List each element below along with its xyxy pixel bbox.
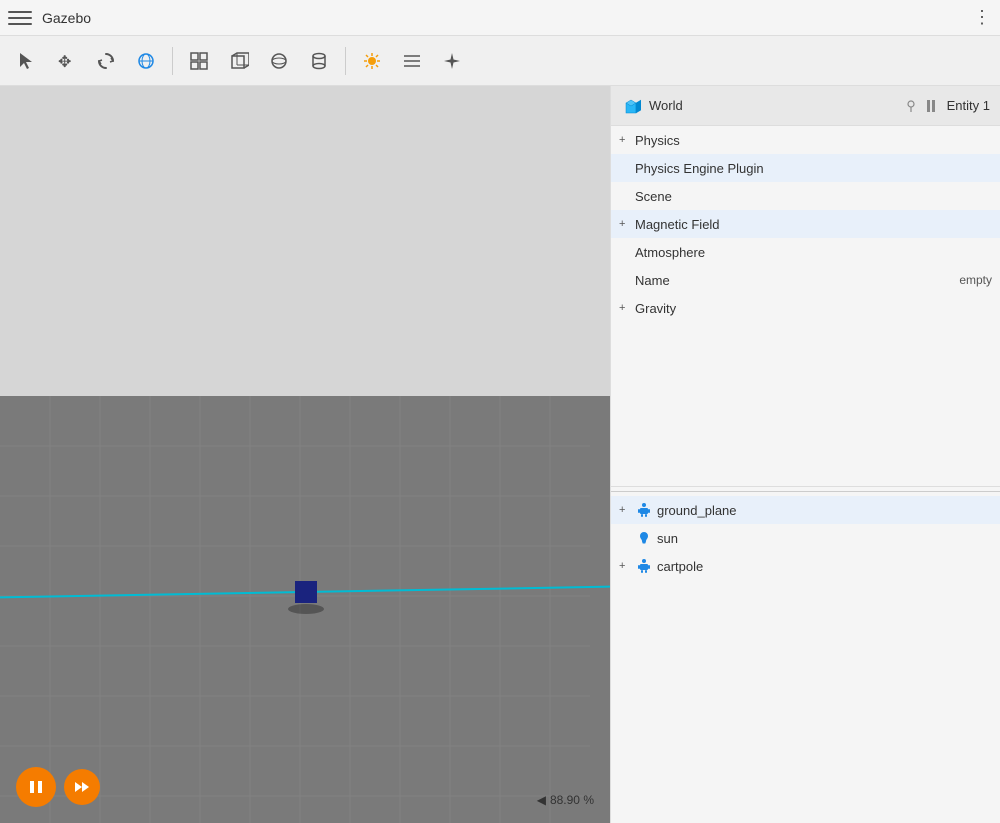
rotate-tool-button[interactable] (88, 43, 124, 79)
playback-controls (16, 767, 100, 807)
cartpole-expand-icon[interactable]: + (619, 560, 633, 572)
menu-icon[interactable] (8, 6, 32, 30)
box-tool-button[interactable] (221, 43, 257, 79)
tree-item-physics-engine-plugin[interactable]: Physics Engine Plugin (611, 154, 1000, 182)
cylinder-tool-button[interactable] (301, 43, 337, 79)
zoom-arrow-icon: ◀ (537, 793, 546, 807)
zoom-value: 88.90 % (550, 793, 594, 807)
tree-spacer (611, 322, 1000, 482)
zoom-level-display: ◀ 88.90 % (537, 793, 594, 807)
grid-tool-button[interactable] (181, 43, 217, 79)
sun-light-icon (635, 529, 653, 547)
tree-item-scene[interactable]: Scene (611, 182, 1000, 210)
tree-item-ground-plane[interactable]: + ground_plane (611, 496, 1000, 524)
pin-icon (903, 98, 919, 114)
toolbar-separator-2 (345, 47, 346, 75)
viewport-ground[interactable]: ◀ 88.90 % (0, 396, 610, 823)
more-icon[interactable]: ⋮ (973, 7, 992, 28)
world-header: World Entity 1 (611, 86, 1000, 126)
name-value: empty (959, 273, 992, 287)
tree-item-sun[interactable]: sun (611, 524, 1000, 552)
physics-engine-plugin-label: Physics Engine Plugin (635, 161, 992, 176)
gravity-expand-icon[interactable]: + (619, 302, 633, 314)
main-area: ◀ 88.90 % World Entity 1 (0, 86, 1000, 823)
ground-plane-expand-icon[interactable]: + (619, 504, 633, 516)
tree-item-physics[interactable]: + Physics (611, 126, 1000, 154)
world-pause-icon[interactable] (927, 100, 935, 112)
scene-label: Scene (635, 189, 992, 204)
cartpole-robot-icon (635, 557, 653, 575)
tree-separator (611, 486, 1000, 487)
tree-item-magnetic-field[interactable]: + Magnetic Field (611, 210, 1000, 238)
gravity-label: Gravity (635, 301, 992, 316)
titlebar: Gazebo ⋮ (0, 0, 1000, 36)
move-tool-button[interactable]: ✥ (48, 43, 84, 79)
app-title: Gazebo (42, 10, 973, 26)
fast-forward-button[interactable] (64, 769, 100, 805)
select-tool-button[interactable] (8, 43, 44, 79)
viewport-sky (0, 86, 610, 396)
toolbar-separator-1 (172, 47, 173, 75)
tree-item-atmosphere[interactable]: Atmosphere (611, 238, 1000, 266)
world-cube-icon (621, 96, 641, 116)
blue-cube-object[interactable] (295, 581, 317, 603)
svg-text:✥: ✥ (58, 54, 71, 71)
ground-plane-robot-icon (635, 501, 653, 519)
cube-shadow (288, 604, 324, 614)
world-title-label: World (649, 98, 895, 113)
sun-label: sun (657, 531, 992, 546)
physics-label: Physics (635, 133, 992, 148)
sphere-tool-button[interactable] (261, 43, 297, 79)
ground-plane-label: ground_plane (657, 503, 992, 518)
physics-expand-icon[interactable]: + (619, 134, 633, 146)
magnetic-field-expand-icon[interactable]: + (619, 218, 633, 230)
entity-label: Entity 1 (947, 98, 990, 113)
tree-item-name[interactable]: Name empty (611, 266, 1000, 294)
magnetic-field-label: Magnetic Field (635, 217, 992, 232)
tree-item-cartpole[interactable]: + cartpole (611, 552, 1000, 580)
tree-panel: + Physics Physics Engine Plugin Scene + … (611, 126, 1000, 823)
viewport[interactable]: ◀ 88.90 % (0, 86, 610, 823)
pause-button[interactable] (16, 767, 56, 807)
world-view-tool-button[interactable] (128, 43, 164, 79)
sparkle-tool-button[interactable] (434, 43, 470, 79)
cartpole-label: cartpole (657, 559, 992, 574)
sun-tool-button[interactable] (354, 43, 390, 79)
lines-tool-button[interactable] (394, 43, 430, 79)
toolbar: ✥ (0, 36, 1000, 86)
name-label: Name (635, 273, 959, 288)
right-panel: World Entity 1 + Physics Physics Engine … (610, 86, 1000, 823)
entities-section: + ground_plane (611, 491, 1000, 580)
tree-item-gravity[interactable]: + Gravity (611, 294, 1000, 322)
atmosphere-label: Atmosphere (635, 245, 992, 260)
